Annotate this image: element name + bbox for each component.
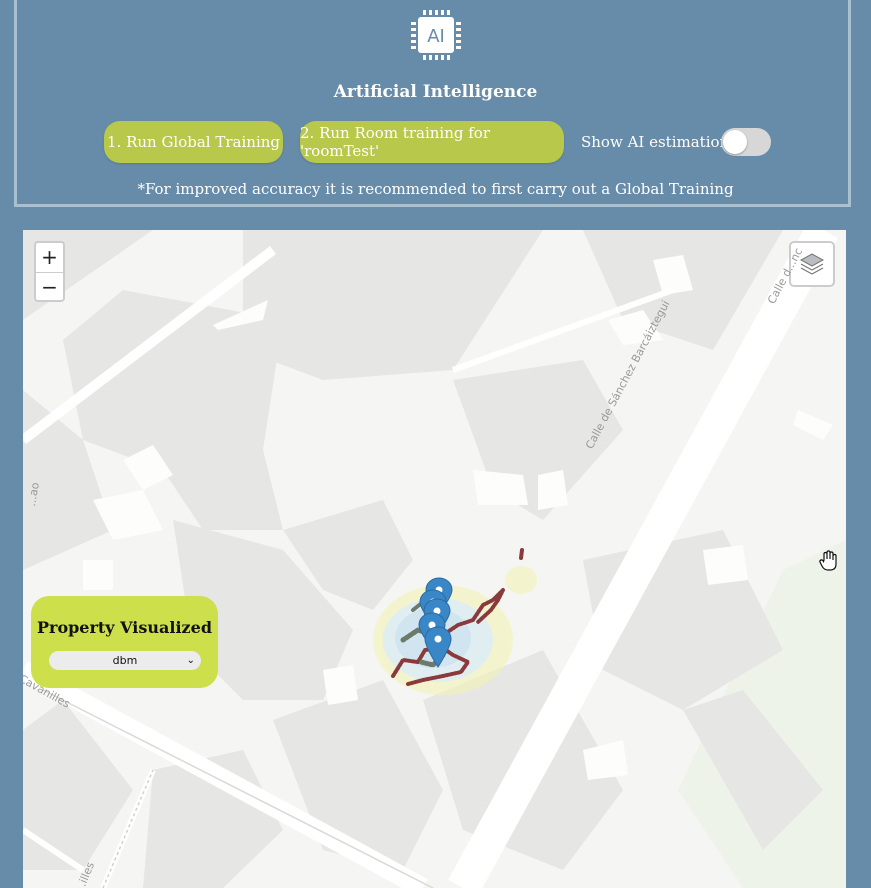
property-select-value: dbm	[112, 654, 138, 667]
run-global-training-button[interactable]: 1. Run Global Training	[104, 121, 283, 163]
zoom-out-button[interactable]: −	[36, 273, 63, 302]
hand-cursor-icon	[819, 550, 837, 571]
show-ai-estimations-label: Show AI estimations	[581, 133, 737, 151]
show-ai-estimations-toggle[interactable]	[721, 128, 771, 156]
zoom-control: + −	[34, 241, 65, 302]
ai-title: Artificial Intelligence	[333, 82, 538, 102]
map-base-layer	[23, 230, 846, 888]
run-room-training-button[interactable]: 2. Run Room training for 'roomTest'	[300, 121, 564, 163]
marker-cluster[interactable]	[411, 575, 461, 675]
property-visualized-title: Property Visualized	[36, 618, 212, 637]
ai-panel: AI Artificial Intelligence 1. Run Global…	[14, 0, 851, 207]
property-visualized-panel: Property Visualized dbm ⌄	[31, 596, 218, 688]
toggle-knob	[723, 130, 747, 154]
map-marker-icon	[418, 577, 453, 668]
zoom-in-button[interactable]: +	[36, 243, 63, 273]
training-note: *For improved accuracy it is recommended…	[137, 180, 734, 198]
ai-chip-icon: AI	[411, 10, 461, 60]
property-select[interactable]: dbm ⌄	[49, 651, 201, 670]
chevron-down-icon: ⌄	[186, 655, 195, 666]
map-view[interactable]: + − Calle de Sánchez Barcáiztegui Calle …	[23, 230, 846, 888]
svg-text:AI: AI	[427, 26, 445, 47]
